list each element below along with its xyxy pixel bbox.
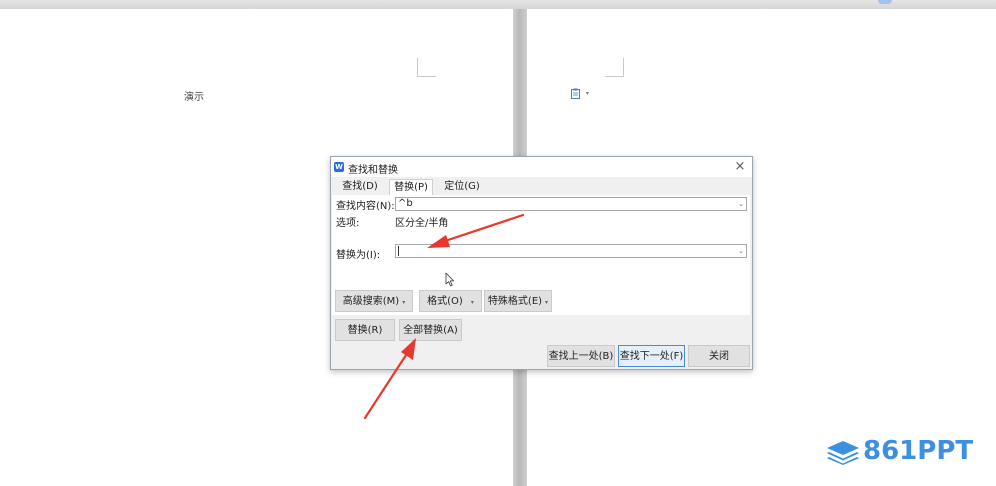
tab-replace[interactable]: 替换(P): [389, 179, 433, 196]
replace-with-label: 替换为(I):: [336, 250, 381, 261]
special-format-button[interactable]: 特殊格式(E) ▾: [484, 290, 552, 312]
layers-icon: [827, 441, 859, 465]
chevron-down-icon: ▾: [545, 299, 549, 306]
dialog-title: 查找和替换: [348, 165, 398, 176]
replace-button[interactable]: 替换(R): [335, 319, 395, 341]
chevron-down-icon: ▾: [470, 299, 474, 306]
replace-all-button[interactable]: 全部替换(A): [399, 319, 462, 341]
chevron-down-icon[interactable]: ⌄: [738, 198, 744, 210]
chevron-down-icon[interactable]: ⌄: [738, 245, 744, 257]
replace-with-combobox[interactable]: ⌄: [395, 244, 747, 258]
chevron-down-icon: ▾: [402, 299, 406, 306]
find-what-combobox[interactable]: ^b ⌄: [395, 197, 747, 211]
document-text: 演示: [184, 92, 204, 103]
wps-writer-logo-icon: W: [334, 162, 344, 172]
mouse-pointer-icon: [445, 272, 454, 287]
find-replace-dialog: W 查找和替换 × 查找(D) 替换(P) 定位(G) 查找内容(N): ^b …: [330, 156, 753, 370]
tab-find[interactable]: 查找(D): [339, 179, 381, 195]
close-icon[interactable]: ×: [731, 158, 749, 176]
options-value: 区分全/半角: [395, 218, 449, 229]
find-next-button[interactable]: 查找下一处(F): [618, 345, 685, 367]
advanced-search-label: 高级搜索(M): [342, 296, 400, 307]
advanced-search-button[interactable]: 高级搜索(M) ▾: [335, 290, 413, 312]
tab-goto[interactable]: 定位(G): [441, 179, 483, 195]
format-button[interactable]: 格式(O) ▾: [419, 290, 482, 312]
margin-corner-mark-right: [605, 58, 624, 77]
watermark-text: 861PPT: [863, 436, 974, 466]
format-label: 格式(O): [427, 296, 463, 307]
chevron-down-icon[interactable]: ▾: [586, 90, 589, 97]
special-format-label: 特殊格式(E): [487, 296, 543, 307]
paste-options-icon[interactable]: [571, 88, 581, 99]
find-what-label: 查找内容(N):: [336, 201, 395, 212]
top-bar-indicator: [878, 0, 892, 4]
find-what-value: ^b: [398, 198, 413, 209]
close-button[interactable]: 关闭: [688, 345, 750, 367]
dialog-title-bar[interactable]: W 查找和替换 ×: [331, 157, 752, 177]
text-caret: [398, 246, 399, 256]
margin-corner-mark-left: [417, 58, 436, 77]
find-previous-button[interactable]: 查找上一处(B): [547, 345, 615, 367]
options-label: 选项:: [336, 218, 360, 229]
